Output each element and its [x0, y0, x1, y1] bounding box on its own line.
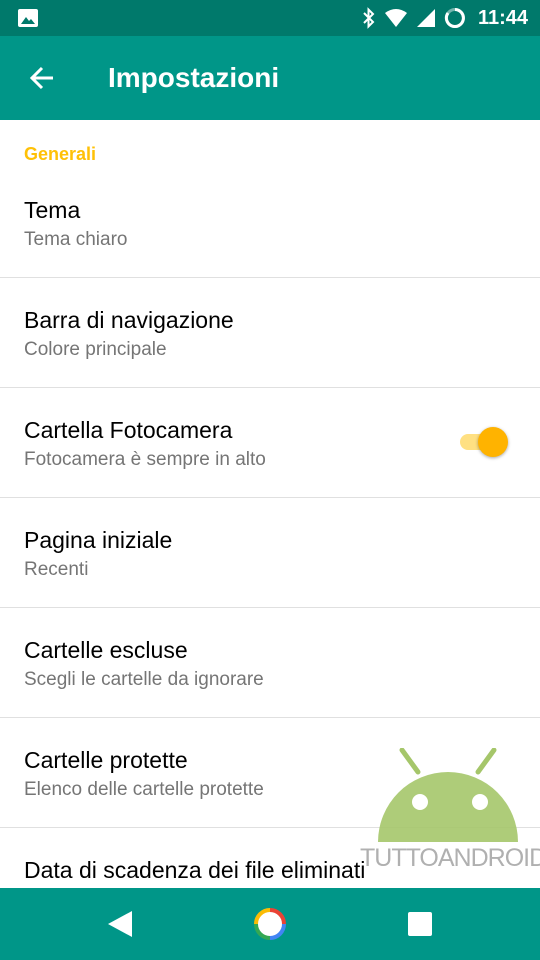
arrow-back-icon: [29, 66, 53, 90]
setting-summary: Fotocamera è sempre in alto: [24, 449, 266, 470]
setting-title: Pagina iniziale: [24, 527, 173, 553]
camera-folder-toggle[interactable]: [460, 425, 512, 459]
watermark-text: TUTTOANDROID: [360, 844, 540, 872]
setting-title: Tema: [24, 197, 81, 223]
setting-start-page[interactable]: Pagina iniziale Recenti: [0, 498, 540, 608]
battery-icon: [444, 8, 465, 28]
gallery-icon: [18, 9, 38, 27]
nav-home-button[interactable]: [250, 904, 290, 944]
setting-summary: Elenco delle cartelle protette: [24, 779, 264, 800]
app-bar: Impostazioni: [0, 36, 540, 120]
recents-square-icon: [408, 912, 432, 936]
setting-excluded-folders[interactable]: Cartelle escluse Scegli le cartelle da i…: [0, 608, 540, 718]
toggle-thumb: [478, 427, 508, 457]
status-bar: 11:44: [0, 0, 540, 36]
cell-signal-icon: [416, 9, 435, 27]
setting-camera-folder[interactable]: Cartella Fotocamera Fotocamera è sempre …: [0, 388, 540, 498]
setting-title: Data di scadenza dei file eliminati: [24, 857, 366, 883]
setting-title: Cartella Fotocamera: [24, 417, 233, 443]
back-button[interactable]: [26, 62, 58, 94]
setting-summary: Tema chiaro: [24, 229, 128, 250]
page-title: Impostazioni: [108, 62, 280, 93]
setting-summary: Scegli le cartelle da ignorare: [24, 669, 264, 690]
setting-title: Cartelle escluse: [24, 637, 188, 663]
nav-recents-button[interactable]: [400, 904, 440, 944]
wifi-icon: [384, 9, 407, 27]
android-logo-icon: [378, 748, 518, 842]
setting-title: Cartelle protette: [24, 747, 188, 773]
setting-theme[interactable]: Tema Tema chiaro: [0, 168, 540, 278]
setting-title: Barra di navigazione: [24, 307, 234, 333]
tuttoandroid-watermark: TUTTOANDROID: [356, 748, 540, 872]
setting-navigation-bar[interactable]: Barra di navigazione Colore principale: [0, 278, 540, 388]
setting-summary: Colore principale: [24, 339, 167, 360]
nav-back-button[interactable]: [100, 904, 140, 944]
setting-summary: Recenti: [24, 559, 89, 580]
status-clock: 11:44: [477, 6, 528, 29]
settings-list[interactable]: Generali Tema Tema chiaro Barra di navig…: [0, 120, 540, 888]
home-circle-icon: [254, 908, 286, 940]
system-nav-bar: [0, 888, 540, 960]
bluetooth-icon: [363, 7, 375, 29]
section-header-general: Generali: [24, 144, 97, 164]
back-triangle-icon: [108, 911, 132, 937]
